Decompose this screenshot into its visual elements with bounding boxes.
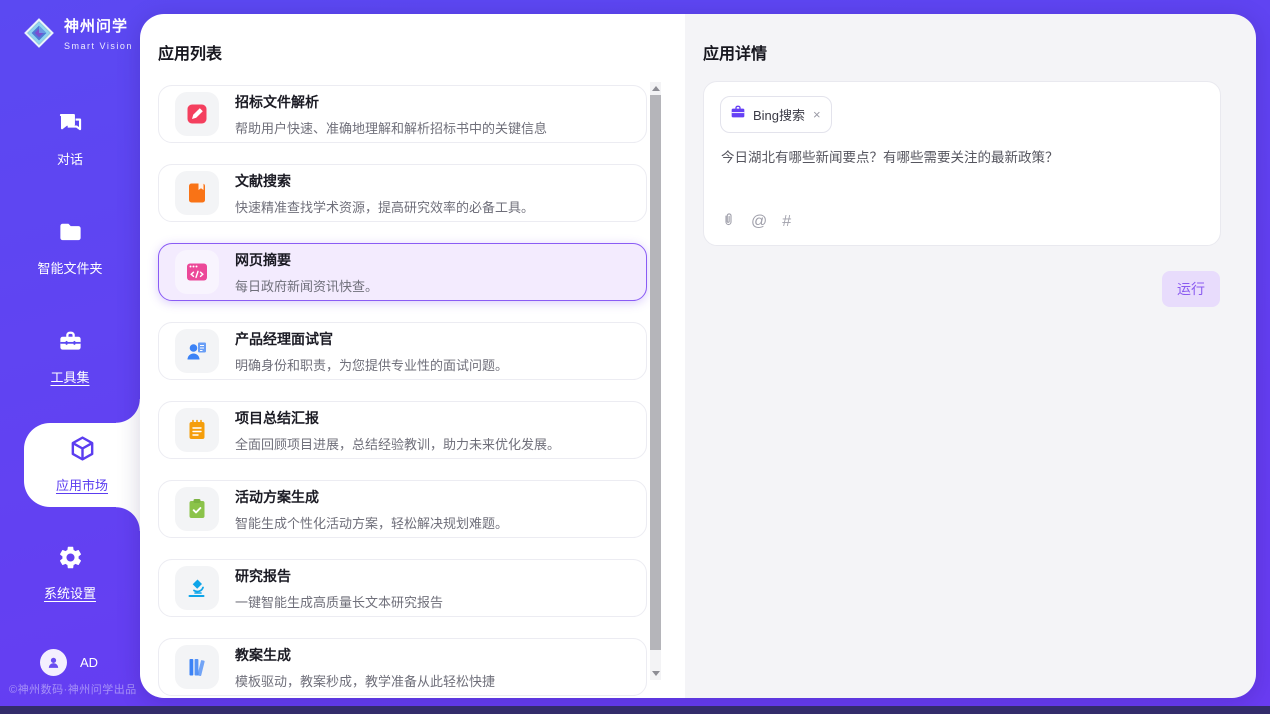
- app-list-scrollbar[interactable]: [650, 82, 661, 680]
- app-card-event-plan[interactable]: 活动方案生成 智能生成个性化活动方案，轻松解决规划难题。: [158, 480, 647, 538]
- gear-icon: [57, 558, 84, 575]
- hash-icon[interactable]: #: [782, 214, 791, 230]
- sidebar-item-label: 应用市场: [24, 475, 140, 494]
- avatar: [40, 649, 67, 676]
- gem-logo-icon: [22, 16, 56, 55]
- main-content: 应用列表 招标文件解析 帮助用户快速、准确地理解和解析招标书中的关键信息: [140, 14, 1256, 698]
- app-input-card: Bing搜索 × 今日湖北有哪些新闻要点？有哪些需要关注的最新政策？ @ #: [703, 81, 1221, 246]
- app-card-literature-search[interactable]: 文献搜索 快速精准查找学术资源，提高研究效率的必备工具。: [158, 164, 647, 222]
- tool-tag-label: Bing搜索: [753, 105, 805, 124]
- app-card-title: 活动方案生成: [235, 487, 508, 507]
- briefcase-icon: [730, 104, 746, 125]
- app-card-research-report[interactable]: 研究报告 一键智能生成高质量长文本研究报告: [158, 559, 647, 617]
- app-card-pm-interviewer[interactable]: 产品经理面试官 明确身份和职责，为您提供专业性的面试问题。: [158, 322, 647, 380]
- toolbox-icon: [57, 342, 84, 359]
- app-card-title: 招标文件解析: [235, 92, 547, 112]
- app-card-project-summary[interactable]: 项目总结汇报 全面回顾项目进展，总结经验教训，助力未来优化发展。: [158, 401, 647, 459]
- app-card-lesson-plan[interactable]: 教案生成 模板驱动，教案秒成，教学准备从此轻松快捷: [158, 638, 647, 696]
- app-card-desc: 全面回顾项目进展，总结经验教训，助力未来优化发展。: [235, 434, 560, 453]
- folder-icon: [57, 233, 84, 250]
- query-input-text[interactable]: 今日湖北有哪些新闻要点？有哪些需要关注的最新政策？: [721, 148, 1204, 168]
- triangle-up-icon: [652, 86, 660, 91]
- tool-tag-bing-search[interactable]: Bing搜索 ×: [720, 96, 832, 133]
- logo-subtitle: Smart Vision: [64, 41, 133, 51]
- close-icon[interactable]: ×: [812, 108, 822, 121]
- sidebar-item-label: 系统设置: [0, 583, 140, 602]
- chat-icon: [57, 124, 84, 141]
- sidebar: 神州问学 Smart Vision 对话 智能文件夹: [0, 0, 140, 714]
- interviewer-icon: [175, 329, 219, 373]
- sidebar-item-toolset[interactable]: 工具集: [0, 328, 140, 386]
- sidebar-item-label: 智能文件夹: [0, 258, 140, 277]
- sidebar-item-smart-folder[interactable]: 智能文件夹: [0, 219, 140, 277]
- app-card-title: 研究报告: [235, 566, 443, 586]
- app-card-web-summary[interactable]: 网页摘要 每日政府新闻资讯快查。: [158, 243, 647, 301]
- browser-icon: [175, 250, 219, 294]
- scrollbar-thumb[interactable]: [650, 95, 661, 650]
- app-card-list: 招标文件解析 帮助用户快速、准确地理解和解析招标书中的关键信息 文献搜索 快速精…: [158, 85, 647, 698]
- app-card-desc: 模板驱动，教案秒成，教学准备从此轻松快捷: [235, 671, 495, 690]
- app-logo: 神州问学 Smart Vision: [22, 16, 140, 55]
- app-card-title: 项目总结汇报: [235, 408, 560, 428]
- app-card-desc: 每日政府新闻资讯快查。: [235, 276, 378, 295]
- scroll-up-button[interactable]: [650, 82, 661, 95]
- logo-title: 神州问学: [64, 18, 128, 35]
- app-card-bid-document-analysis[interactable]: 招标文件解析 帮助用户快速、准确地理解和解析招标书中的关键信息: [158, 85, 647, 143]
- app-list-title: 应用列表: [158, 40, 222, 64]
- app-card-desc: 一键智能生成高质量长文本研究报告: [235, 592, 443, 611]
- scroll-down-button[interactable]: [650, 667, 661, 680]
- cube-icon: [68, 450, 97, 467]
- run-button[interactable]: 运行: [1162, 271, 1220, 307]
- bottom-dark-strip: [0, 706, 1270, 714]
- user-label: AD: [80, 655, 98, 670]
- sidebar-item-label: 工具集: [0, 367, 140, 386]
- books-icon: [175, 645, 219, 689]
- triangle-down-icon: [652, 671, 660, 676]
- app-card-title: 网页摘要: [235, 250, 378, 270]
- sidebar-item-label: 对话: [0, 149, 140, 168]
- app-detail-title: 应用详情: [703, 40, 767, 64]
- sidebar-footer-credit: ©神州数码·神州问学出品: [9, 681, 137, 697]
- mention-at-icon[interactable]: @: [751, 214, 767, 230]
- app-detail-panel: 应用详情 Bing搜索 × 今日湖北有哪些新闻要点？有哪些需要关注的最新政策？: [685, 14, 1256, 698]
- bid-doc-icon: [175, 92, 219, 136]
- sidebar-item-app-market[interactable]: 应用市场: [24, 423, 140, 507]
- app-card-desc: 帮助用户快速、准确地理解和解析招标书中的关键信息: [235, 118, 547, 137]
- paperclip-icon[interactable]: [721, 211, 736, 233]
- app-card-title: 教案生成: [235, 645, 495, 665]
- app-card-desc: 智能生成个性化活动方案，轻松解决规划难题。: [235, 513, 508, 532]
- app-card-desc: 明确身份和职责，为您提供专业性的面试问题。: [235, 355, 508, 374]
- microscope-icon: [175, 566, 219, 610]
- notepad-icon: [175, 408, 219, 452]
- user-account[interactable]: AD: [40, 649, 98, 676]
- app-list-panel: 应用列表 招标文件解析 帮助用户快速、准确地理解和解析招标书中的关键信息: [140, 14, 685, 698]
- app-card-title: 产品经理面试官: [235, 329, 508, 349]
- clipboard-check-icon: [175, 487, 219, 531]
- input-toolbar: @ #: [721, 211, 791, 233]
- app-card-title: 文献搜索: [235, 171, 534, 191]
- app-card-desc: 快速精准查找学术资源，提高研究效率的必备工具。: [235, 197, 534, 216]
- sidebar-item-chat[interactable]: 对话: [0, 110, 140, 168]
- book-icon: [175, 171, 219, 215]
- sidebar-item-settings[interactable]: 系统设置: [0, 544, 140, 602]
